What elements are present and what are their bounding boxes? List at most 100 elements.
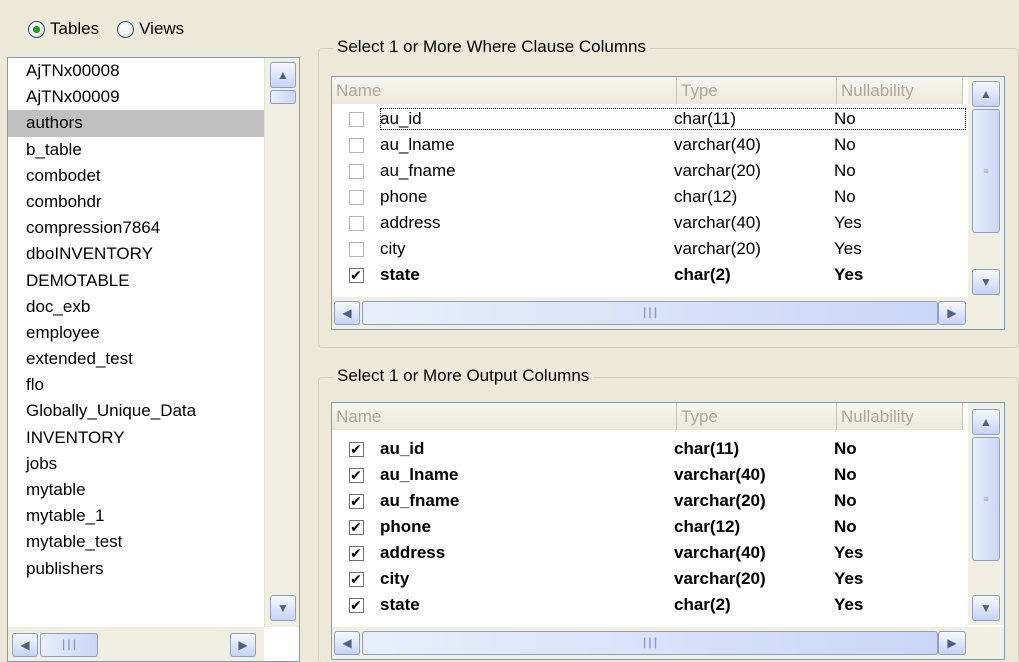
row-checkbox[interactable]: [348, 241, 364, 257]
table-list-hscrollbar[interactable]: ◀ ┃┃┃ ▶: [8, 627, 264, 661]
grip-icon: ≡: [983, 494, 989, 504]
scroll-thumb[interactable]: [270, 90, 296, 104]
column-type-cell: char(12): [674, 187, 738, 206]
scroll-left-button[interactable]: ◀: [334, 301, 360, 325]
output-grid-hscrollbar[interactable]: ◀ ┃┃┃ ▶: [332, 627, 1004, 659]
checkmark-icon: ✔: [350, 571, 362, 587]
table-list-item[interactable]: jobs: [8, 451, 264, 477]
table-row[interactable]: ✔ state char(2) Yes: [332, 262, 954, 288]
scroll-thumb[interactable]: ┃┃┃: [40, 633, 98, 657]
where-clause-grid[interactable]: Name Type Nullability au_id char(11) No au_…: [331, 76, 1005, 330]
row-checkbox[interactable]: ✔: [348, 571, 364, 587]
table-list-vscrollbar[interactable]: ▲ ▼: [264, 58, 299, 627]
row-checkbox[interactable]: ✔: [348, 545, 364, 561]
column-name-cell: city: [380, 569, 410, 588]
column-name-cell: au_lname: [380, 465, 459, 484]
scroll-left-button[interactable]: ◀: [12, 633, 38, 657]
row-checkbox[interactable]: ✔: [348, 441, 364, 457]
table-list-item[interactable]: mytable: [8, 477, 264, 503]
column-header-nullability[interactable]: Nullability: [837, 77, 963, 104]
row-checkbox[interactable]: ✔: [348, 519, 364, 535]
table-row[interactable]: address varchar(40) Yes: [332, 210, 954, 236]
table-list-item[interactable]: AjTNx00008: [8, 58, 264, 84]
scroll-down-button[interactable]: ▼: [270, 595, 296, 621]
table-list-item[interactable]: b_table: [8, 137, 264, 163]
scroll-down-button[interactable]: ▼: [972, 595, 1000, 621]
row-checkbox[interactable]: [348, 189, 364, 205]
row-checkbox[interactable]: [348, 111, 364, 127]
column-name-cell: phone: [380, 187, 428, 206]
column-type-cell: varchar(40): [674, 543, 766, 562]
row-checkbox[interactable]: ✔: [348, 493, 364, 509]
table-row[interactable]: phone char(12) No: [332, 184, 954, 210]
scroll-thumb[interactable]: ≡: [972, 109, 1000, 233]
column-nullability-cell: Yes: [834, 213, 862, 232]
output-columns-grid[interactable]: Name Type Nullability ✔ au_id char(11) No ✔ a…: [331, 402, 1005, 660]
scroll-up-button[interactable]: ▲: [972, 81, 1000, 107]
table-list-item[interactable]: compression7864: [8, 215, 264, 241]
table-row[interactable]: ✔ address varchar(40) Yes: [332, 540, 954, 566]
row-checkbox[interactable]: ✔: [348, 597, 364, 613]
table-list-item[interactable]: flo: [8, 372, 264, 398]
grip-icon: ≡: [983, 166, 989, 176]
column-name-cell: state: [380, 265, 420, 284]
table-row[interactable]: ✔ au_id char(11) No: [332, 436, 954, 462]
table-list-item[interactable]: extended_test: [8, 346, 264, 372]
column-type-cell: varchar(20): [674, 161, 761, 180]
row-checkbox[interactable]: [348, 163, 364, 179]
scroll-up-button[interactable]: ▲: [270, 62, 296, 88]
table-row[interactable]: ✔ state char(2) Yes: [332, 592, 954, 618]
output-columns-title: Select 1 or More Output Columns: [333, 366, 594, 386]
scroll-up-button[interactable]: ▲: [972, 409, 1000, 435]
table-list-item[interactable]: publishers: [8, 556, 264, 582]
table-row[interactable]: au_fname varchar(20) No: [332, 158, 954, 184]
table-list-item[interactable]: mytable_1: [8, 503, 264, 529]
checkmark-icon: ✔: [350, 545, 362, 561]
table-row[interactable]: ✔ au_lname varchar(40) No: [332, 462, 954, 488]
output-grid-vscrollbar[interactable]: ▲ ≡ ▼: [968, 403, 1004, 625]
scroll-down-button[interactable]: ▼: [972, 269, 1000, 295]
column-header-name[interactable]: Name: [332, 403, 677, 430]
where-grid-vscrollbar[interactable]: ▲ ≡ ▼: [968, 77, 1004, 297]
row-checkbox[interactable]: ✔: [348, 267, 364, 283]
table-list-item[interactable]: employee: [8, 320, 264, 346]
scroll-left-button[interactable]: ◀: [334, 631, 360, 655]
chevron-left-icon: ◀: [342, 306, 352, 320]
scroll-right-button[interactable]: ▶: [938, 631, 966, 655]
views-radio[interactable]: Views: [117, 19, 184, 39]
table-row[interactable]: au_lname varchar(40) No: [332, 132, 954, 158]
scroll-thumb[interactable]: ≡: [972, 437, 1000, 561]
column-header-type[interactable]: Type: [677, 403, 837, 430]
table-list-item[interactable]: AjTNx00009: [8, 84, 264, 110]
table-list-item[interactable]: mytable_test: [8, 529, 264, 555]
column-header-nullability[interactable]: Nullability: [837, 403, 963, 430]
table-row[interactable]: ✔ city varchar(20) Yes: [332, 566, 954, 592]
where-grid-hscrollbar[interactable]: ◀ ┃┃┃ ▶: [332, 297, 1004, 329]
tables-radio-label: Tables: [50, 19, 100, 38]
table-list-item[interactable]: doc_exb: [8, 294, 264, 320]
column-header-name[interactable]: Name: [332, 77, 677, 104]
scroll-thumb[interactable]: ┃┃┃: [362, 301, 938, 325]
table-list-item[interactable]: combodet: [8, 163, 264, 189]
row-checkbox[interactable]: ✔: [348, 467, 364, 483]
scroll-right-button[interactable]: ▶: [230, 633, 256, 657]
chevron-right-icon: ▶: [947, 306, 957, 320]
row-checkbox[interactable]: [348, 137, 364, 153]
row-checkbox[interactable]: [348, 215, 364, 231]
table-list-item[interactable]: Globally_Unique_Data: [8, 398, 264, 424]
column-type-cell: char(11): [674, 439, 740, 458]
table-list-item[interactable]: authors: [8, 110, 264, 137]
scroll-thumb[interactable]: ┃┃┃: [362, 631, 938, 655]
scroll-right-button[interactable]: ▶: [938, 301, 966, 325]
table-row[interactable]: city varchar(20) Yes: [332, 236, 954, 262]
table-list-item[interactable]: combohdr: [8, 189, 264, 215]
table-list-item[interactable]: dboINVENTORY: [8, 241, 264, 267]
table-list[interactable]: AjTNx00008 AjTNx00009 authors b_table combod…: [7, 57, 300, 662]
column-header-type[interactable]: Type: [677, 77, 837, 104]
tables-radio[interactable]: Tables: [28, 19, 99, 39]
table-row[interactable]: ✔ phone char(12) No: [332, 514, 954, 540]
table-list-item[interactable]: DEMOTABLE: [8, 268, 264, 294]
column-nullability-cell: No: [834, 135, 856, 154]
table-list-item[interactable]: INVENTORY: [8, 425, 264, 451]
table-row[interactable]: ✔ au_fname varchar(20) No: [332, 488, 954, 514]
